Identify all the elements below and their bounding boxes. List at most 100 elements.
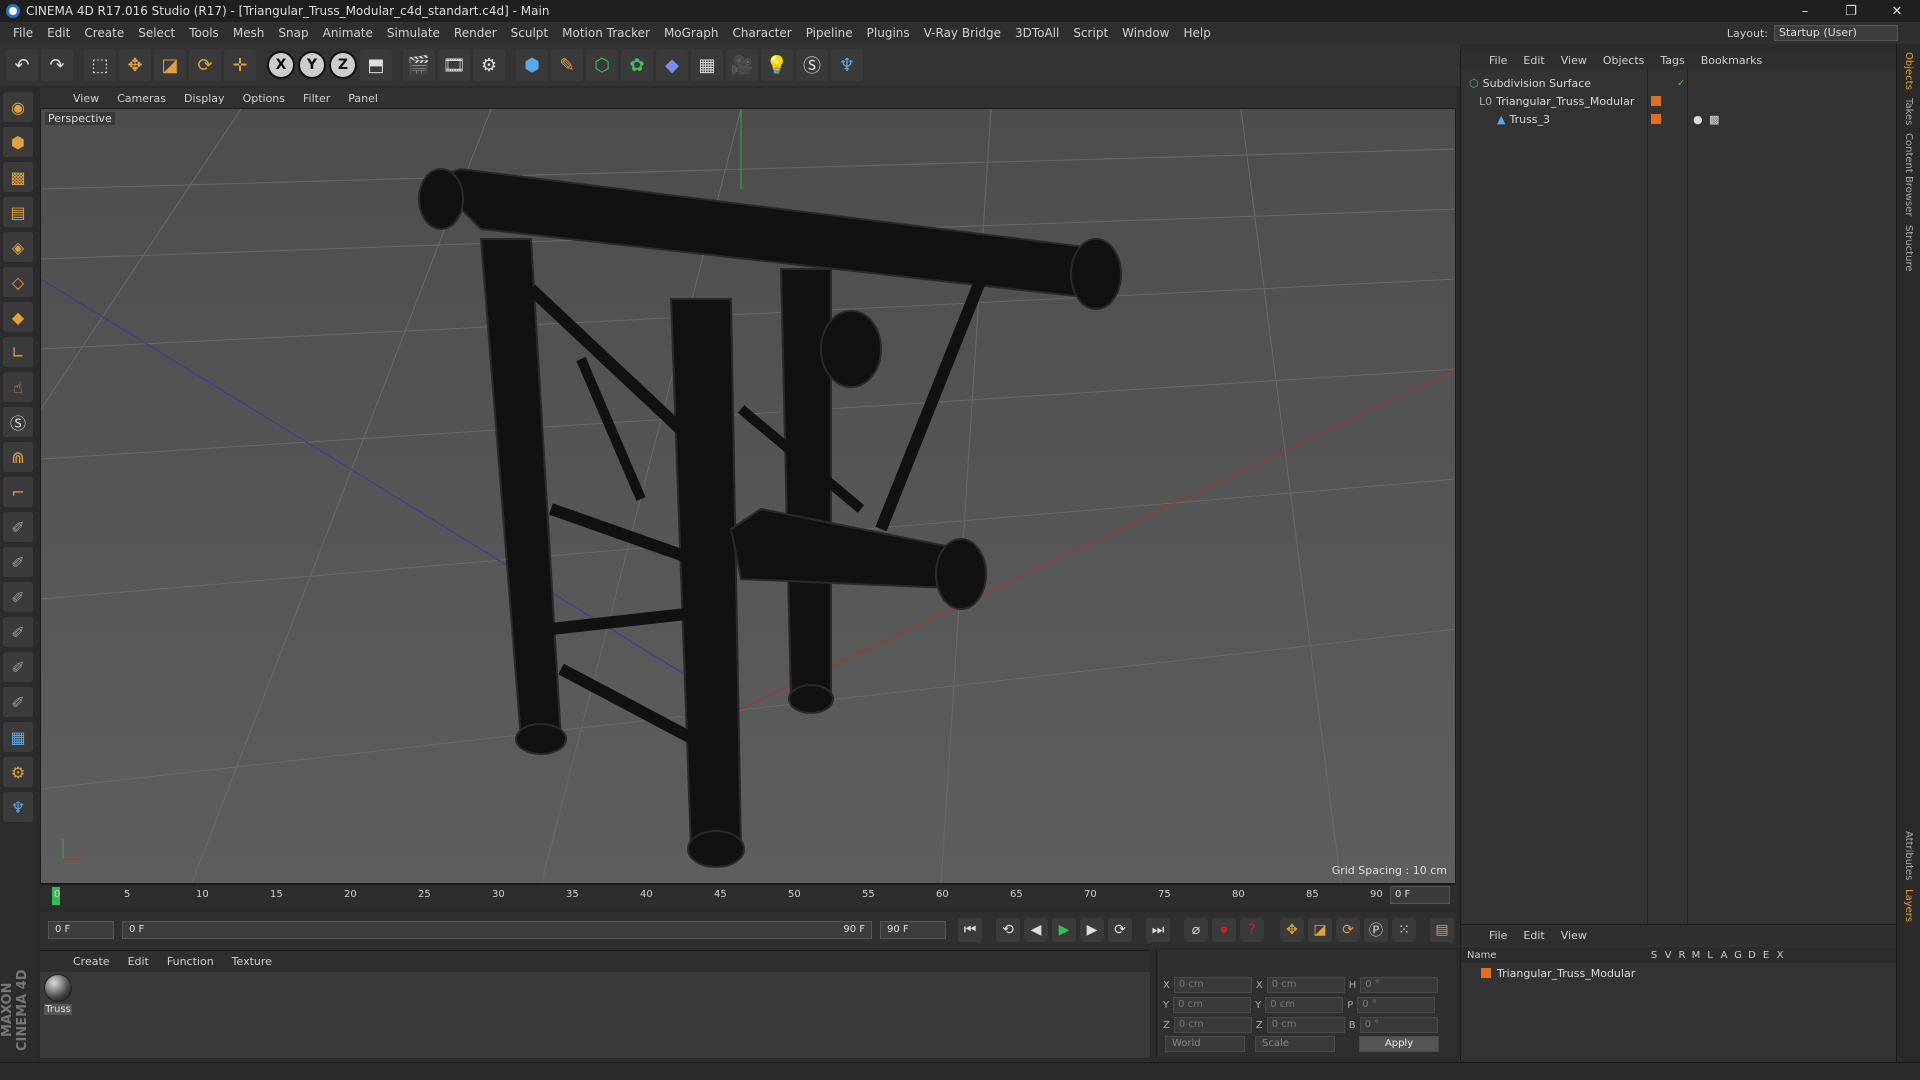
menu-file[interactable]: File <box>6 26 40 40</box>
viewport-menu-display[interactable]: Display <box>175 92 234 105</box>
floor-icon[interactable]: ▦ <box>691 49 723 81</box>
coord-scale-select[interactable]: Scale <box>1255 1036 1335 1052</box>
next-key-icon[interactable]: ⟳ <box>1108 918 1132 942</box>
record-icon[interactable]: ⏺ <box>1212 918 1236 942</box>
play-icon[interactable]: ▶ <box>1052 918 1076 942</box>
z-axis-toggle[interactable]: Z <box>329 51 357 79</box>
key-position-icon[interactable]: ✥ <box>1280 918 1304 942</box>
material-truss[interactable]: Truss <box>44 974 72 1015</box>
solo-icon[interactable]: Ⓢ <box>3 407 33 437</box>
menu-select[interactable]: Select <box>131 26 182 40</box>
texture-tag-icon[interactable]: ▩ <box>1709 113 1719 126</box>
inflate-brush-icon[interactable]: ✐ <box>3 652 33 682</box>
object-menu-bookmarks[interactable]: Bookmarks <box>1693 54 1770 67</box>
minimize-button[interactable]: – <box>1782 4 1828 19</box>
material-menu-texture[interactable]: Texture <box>223 955 281 968</box>
object-menu-tags[interactable]: Tags <box>1652 54 1692 67</box>
grab-brush-icon[interactable]: ✐ <box>3 617 33 647</box>
material-menu-create[interactable]: Create <box>64 955 119 968</box>
smooth-brush-icon[interactable]: ✐ <box>3 547 33 577</box>
transform-icon[interactable]: ✛ <box>224 49 256 81</box>
points-mode-icon[interactable]: ◈ <box>3 232 33 262</box>
cloner-icon[interactable]: ✿ <box>621 49 653 81</box>
coord-size-x-field[interactable]: 0 cm <box>1266 977 1345 993</box>
snap-icon[interactable]: ⌐ <box>3 477 33 507</box>
menu-help[interactable]: Help <box>1176 26 1217 40</box>
viewport-menu-view[interactable]: View <box>64 92 108 105</box>
layer-menu-file[interactable]: File <box>1481 929 1515 942</box>
tab-attributes[interactable]: Attributes <box>1903 831 1914 880</box>
perspective-viewport[interactable]: Perspective Grid Spacing : 10 cm <box>40 108 1456 884</box>
layer-row[interactable]: Triangular_Truss_Modular <box>1461 965 1897 981</box>
previous-frame-icon[interactable]: ◀ <box>1024 918 1048 942</box>
menu-snap[interactable]: Snap <box>271 26 315 40</box>
layer-color-tag[interactable] <box>1651 114 1661 124</box>
floor-grid-icon[interactable]: ▦ <box>3 722 33 752</box>
x-axis-toggle[interactable]: X <box>267 51 295 79</box>
restore-button[interactable]: ❐ <box>1828 4 1874 19</box>
tab-content-browser[interactable]: Content Browser <box>1903 133 1914 216</box>
menu-pipeline[interactable]: Pipeline <box>799 26 860 40</box>
camera-icon[interactable]: 🎥 <box>726 49 758 81</box>
autokey-icon[interactable]: ? <box>1240 918 1264 942</box>
render-picture-viewer-icon[interactable]: 🎞 <box>438 49 470 81</box>
frame-range-slider[interactable]: 0 F 90 F <box>122 921 872 939</box>
texture-mode-icon[interactable]: ▩ <box>3 162 33 192</box>
coord-size-z-field[interactable]: 0 cm <box>1266 1017 1345 1033</box>
cube-primitive-icon[interactable]: ⬢ <box>516 49 548 81</box>
current-frame-field[interactable]: 0 F <box>1390 886 1450 904</box>
coord-rot-p-field[interactable]: 0 ° <box>1357 997 1436 1013</box>
menu-tools[interactable]: Tools <box>182 26 226 40</box>
material-tag-icon[interactable]: ● <box>1693 113 1703 126</box>
object-menu-view[interactable]: View <box>1553 54 1595 67</box>
menu-edit[interactable]: Edit <box>40 26 77 40</box>
coord-rot-b-field[interactable]: 0 ° <box>1359 1017 1438 1033</box>
tab-objects[interactable]: Objects <box>1903 52 1914 90</box>
menu-animate[interactable]: Animate <box>316 26 380 40</box>
viewport-menu-panel[interactable]: Panel <box>339 92 387 105</box>
key-param-icon[interactable]: Ⓟ <box>1364 918 1388 942</box>
close-button[interactable]: ✕ <box>1874 4 1920 19</box>
viewport-menu-filter[interactable]: Filter <box>294 92 339 105</box>
start-frame-field[interactable]: 0 F <box>48 921 114 939</box>
coord-pos-y-field[interactable]: 0 cm <box>1173 997 1252 1013</box>
deformer-icon[interactable]: ◆ <box>656 49 688 81</box>
vray-icon[interactable]: Ⓢ <box>796 49 828 81</box>
coord-pos-x-field[interactable]: 0 cm <box>1173 977 1252 993</box>
coordinate-system-icon[interactable]: ⬒ <box>360 49 392 81</box>
object-menu-file[interactable]: File <box>1481 54 1515 67</box>
next-frame-icon[interactable]: ▶ <box>1080 918 1104 942</box>
coord-rot-h-field[interactable]: 0 ° <box>1360 977 1439 993</box>
go-to-end-icon[interactable]: ⏭ <box>1146 918 1170 942</box>
menu-sculpt[interactable]: Sculpt <box>504 26 555 40</box>
model-mode-icon[interactable]: ⬢ <box>3 127 33 157</box>
object-row-truss-3[interactable]: ▲ Truss_3 ● ▩ <box>1461 110 1897 128</box>
lock-workplane-icon[interactable]: ⚙ <box>3 757 33 787</box>
rotate-icon[interactable]: ⟳ <box>189 49 221 81</box>
menu-render[interactable]: Render <box>447 26 504 40</box>
key-rotation-icon[interactable]: ⟳ <box>1336 918 1360 942</box>
tab-layers[interactable]: Layers <box>1903 889 1914 922</box>
layer-color-swatch[interactable] <box>1481 968 1491 978</box>
pull-brush-icon[interactable]: ✐ <box>3 582 33 612</box>
layer-color-tag[interactable] <box>1651 96 1661 106</box>
render-view-icon[interactable]: 🎬 <box>403 49 435 81</box>
make-editable-icon[interactable]: ◉ <box>3 92 33 122</box>
viewport-menu-options[interactable]: Options <box>234 92 294 105</box>
pen-spline-icon[interactable]: ✎ <box>551 49 583 81</box>
menu-mograph[interactable]: MoGraph <box>657 26 726 40</box>
menu-character[interactable]: Character <box>725 26 798 40</box>
workplane-icon[interactable]: ▤ <box>3 197 33 227</box>
menu-script[interactable]: Script <box>1066 26 1115 40</box>
end-frame-field[interactable]: 90 F <box>880 921 946 939</box>
python-icon[interactable]: ♆ <box>831 49 863 81</box>
menu-vray-bridge[interactable]: V-Ray Bridge <box>917 26 1008 40</box>
edges-mode-icon[interactable]: ◇ <box>3 267 33 297</box>
mask-brush-icon[interactable]: ✐ <box>3 687 33 717</box>
material-menu-function[interactable]: Function <box>158 955 223 968</box>
layer-menu-view[interactable]: View <box>1553 929 1595 942</box>
key-pla-icon[interactable]: ⁙ <box>1392 918 1416 942</box>
subdivision-surface-icon[interactable]: ⬡ <box>586 49 618 81</box>
material-menu-edit[interactable]: Edit <box>119 955 158 968</box>
menu-window[interactable]: Window <box>1115 26 1176 40</box>
